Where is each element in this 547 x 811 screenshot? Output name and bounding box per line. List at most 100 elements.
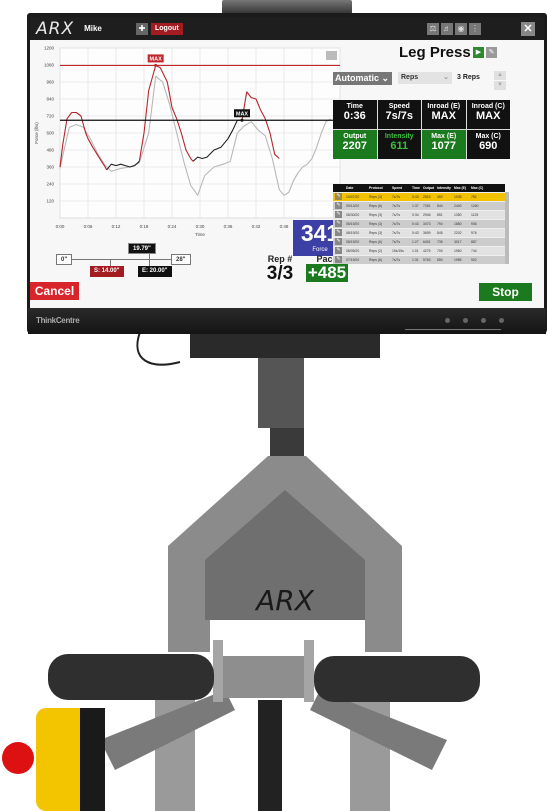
logout-button[interactable]: Logout <box>151 23 183 35</box>
y-tick-label: 360 <box>46 165 54 170</box>
cancel-button[interactable]: Cancel <box>30 282 79 300</box>
cell-speed: 15s/15s <box>392 249 404 253</box>
cell-protocol: Reps (2) <box>369 249 383 253</box>
max-point <box>154 63 158 67</box>
stat-value: MAX <box>431 110 456 122</box>
cell-max-e: 2202 <box>454 231 462 235</box>
position-start[interactable]: S: 14.00" <box>90 266 124 277</box>
emergency-stop-button[interactable] <box>2 742 34 774</box>
cell-speed: 7s/7s <box>392 240 401 244</box>
add-user-icon[interactable]: ✚ <box>136 23 148 35</box>
max-badge-label: MAX <box>150 56 163 62</box>
app-header: ARX Mike ✚ Logout ⚖ ♬ ◉ ⋮ ✕ <box>30 17 544 40</box>
cell-date: 10/07/20 <box>346 195 360 199</box>
pencil-icon[interactable]: ✎ <box>335 229 342 236</box>
history-row[interactable]: ✎ 08/19/20 Reps (3) 7s/7s 0:43 3699 845 2202 976 <box>333 228 505 237</box>
monitor-controls <box>445 318 504 323</box>
x-tick-label: 0:00 <box>56 224 65 229</box>
cell-date: 08/30/20 <box>346 213 360 217</box>
history-row[interactable]: ✎ 10/07/20 Reps (3) 7s/7s 0:43 2515 450 1035 782 <box>333 192 505 201</box>
cell-intensity: 650 <box>437 258 443 262</box>
monitor-button[interactable] <box>499 318 504 323</box>
cell-output: 3699 <box>423 231 431 235</box>
increment-button[interactable]: ▲ <box>494 71 506 80</box>
monitor-power-button[interactable] <box>445 318 450 323</box>
cell-intensity: 851 <box>437 213 443 217</box>
current-tick <box>149 253 150 267</box>
pencil-icon[interactable]: ✎ <box>335 211 342 218</box>
close-icon[interactable]: ✕ <box>521 22 535 36</box>
history-scrollbar[interactable] <box>505 192 509 264</box>
cell-speed: 7s/7s <box>392 195 401 199</box>
monitor-button[interactable] <box>463 318 468 323</box>
more-vertical-icon[interactable]: ⋮ <box>469 23 481 35</box>
chart-options-icon[interactable] <box>326 51 337 60</box>
history-row[interactable]: ✎ 08/05/20 Reps (2) 15s/15s 1:01 4275 700 1960 7… <box>333 246 505 255</box>
pencil-icon[interactable]: ✎ <box>335 220 342 227</box>
position-current: 19.79" <box>128 243 156 254</box>
pencil-icon[interactable]: ✎ <box>335 256 342 263</box>
x-tick-label: 0:18 <box>140 224 149 229</box>
edit-cell: ✎ <box>333 238 346 246</box>
cell-time: 1:27 <box>412 240 419 244</box>
y-tick-label: 600 <box>46 131 54 136</box>
cell-speed: 7s/7s <box>392 213 401 217</box>
force-chart-svg: 0:000:060:120:180:240:300:360:420:480:54… <box>34 46 345 238</box>
column-header: Protocol <box>369 186 383 190</box>
machine-logo: ARX <box>254 584 315 617</box>
pencil-icon[interactable]: ✎ <box>335 238 342 245</box>
mode-select-value: Automatic <box>335 73 380 83</box>
position-max: 28" <box>171 254 191 265</box>
x-tick-label: 0:36 <box>224 224 233 229</box>
play-icon[interactable]: ▶ <box>473 47 484 58</box>
pencil-icon[interactable]: ✎ <box>486 47 497 58</box>
pencil-icon[interactable]: ✎ <box>335 202 342 209</box>
cell-intensity: 735 <box>437 240 443 244</box>
cell-time: 0:43 <box>412 231 419 235</box>
position-end[interactable]: E: 20.00" <box>138 266 172 277</box>
x-tick-label: 0:24 <box>168 224 177 229</box>
scale-icon[interactable]: ⚖ <box>427 23 439 35</box>
speaker-icon[interactable]: ♬ <box>441 23 453 35</box>
stat-output: Output 2207 <box>333 130 377 159</box>
stat-time: Time 0:36 <box>333 100 377 129</box>
pencil-icon[interactable]: ✎ <box>335 193 342 200</box>
x-tick-label: 0:06 <box>84 224 93 229</box>
cell-time: 0:43 <box>412 222 419 226</box>
history-row[interactable]: ✎ 08/30/20 Reps (3) 7s/7s 0:34 2946 851 1350 112… <box>333 210 505 219</box>
protocol-select-value: Reps <box>401 74 419 81</box>
monitor-button[interactable] <box>481 318 486 323</box>
reps-count: 3 Reps <box>457 74 480 81</box>
camera-icon[interactable]: ◉ <box>455 23 467 35</box>
cell-time: 1:01 <box>412 249 419 253</box>
history-row[interactable]: ✎ 07/19/20 Reps (6) 7s/7s 1:31 5763 650 1985 902 <box>333 255 505 264</box>
cable-pulley <box>258 700 282 811</box>
stat-intensity: Intensity 611 <box>377 130 421 159</box>
protocol-select[interactable]: Reps ⌄ <box>398 72 452 84</box>
cell-output: 5763 <box>423 258 431 262</box>
stat-value: 7s/7s <box>385 110 414 122</box>
x-tick-label: 0:42 <box>252 224 261 229</box>
rep-counter: Rep # 3/3 <box>250 254 310 284</box>
cell-max-c: 902 <box>471 258 477 262</box>
stat-value: 1077 <box>431 140 456 152</box>
cell-intensity: 845 <box>437 231 443 235</box>
y-tick-label: 840 <box>46 97 54 102</box>
decrement-button[interactable]: ▼ <box>494 81 506 90</box>
pencil-icon[interactable]: ✎ <box>335 247 342 254</box>
cell-protocol: Reps (6) <box>369 240 383 244</box>
mode-select[interactable]: Automatic ⌄ <box>333 72 392 85</box>
column-header: Max (C) <box>471 186 484 190</box>
history-row[interactable]: ✎ 08/19/20 Reps (3) 7s/7s 0:43 3473 794 1880 906 <box>333 219 505 228</box>
cell-protocol: Reps (3) <box>369 231 383 235</box>
grip-left <box>48 654 214 700</box>
cell-time: 0:43 <box>412 195 419 199</box>
stat-label: Time <box>346 103 363 110</box>
stat-label: Inroad (C) <box>471 103 505 110</box>
stop-button[interactable]: Stop <box>479 283 532 301</box>
position-indicator: 0" 28" 19.79" S: 14.00" E: 20.00" <box>30 243 230 283</box>
history-row[interactable]: ✎ 08/19/20 Reps (6) 7s/7s 1:27 6401 735 3017 887 <box>333 237 505 246</box>
history-row[interactable]: ✎ 09/13/20 Reps (6) 7s/7s 1:37 7281 844 2440 126… <box>333 201 505 210</box>
cell-max-c: 887 <box>471 240 477 244</box>
app-logo: ARX <box>36 18 75 39</box>
